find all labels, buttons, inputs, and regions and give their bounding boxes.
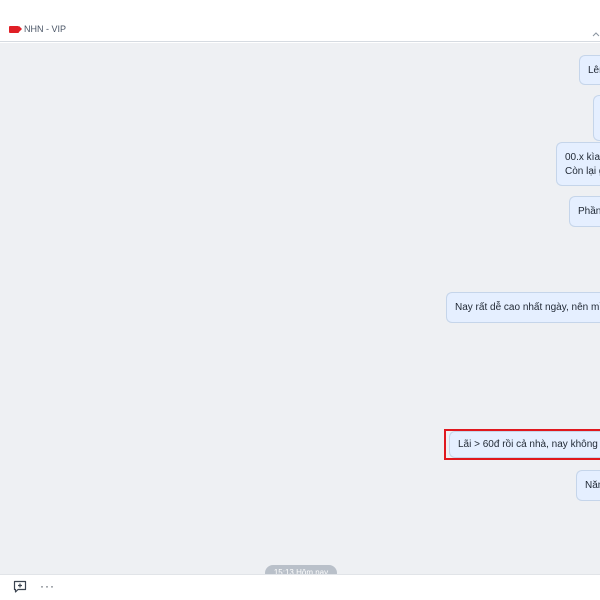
message-list[interactable]: Lên 00.x kìa c Còn lại g Phần Nay rất dễ… [0, 43, 600, 574]
message-bubble[interactable]: Nay rất dễ cao nhất ngày, nên mình [446, 292, 600, 323]
highlight-frame [444, 429, 600, 460]
message-text-line: Còn lại g [565, 166, 600, 177]
chevron-up-icon[interactable] [592, 30, 600, 42]
message-bubble[interactable]: Lên [579, 55, 600, 85]
chat-header: NHN - VIP [0, 0, 600, 42]
message-bubble[interactable]: Năn [576, 470, 600, 501]
label-tag-icon [9, 26, 22, 33]
message-text: Lên [588, 65, 600, 76]
more-options-icon[interactable]: ··· [40, 580, 56, 594]
message-text-line: 00.x kìa c [565, 152, 600, 163]
message-bubble[interactable]: 00.x kìa c Còn lại g [556, 142, 600, 186]
quick-message-icon[interactable] [13, 580, 27, 594]
chat-window: NHN - VIP Lên 00.x kìa c Còn lại g Phần … [0, 0, 600, 600]
message-text: Năn [585, 480, 600, 491]
group-title[interactable]: NHN - VIP [24, 24, 66, 34]
date-separator: 15:13 Hôm nay [265, 565, 337, 574]
message-text: Nay rất dễ cao nhất ngày, nên mình [455, 302, 600, 313]
message-text: Phần [578, 206, 600, 217]
message-bubble[interactable]: Phần [569, 196, 600, 227]
composer-bar: ··· [0, 574, 600, 600]
message-bubble[interactable] [593, 95, 600, 141]
